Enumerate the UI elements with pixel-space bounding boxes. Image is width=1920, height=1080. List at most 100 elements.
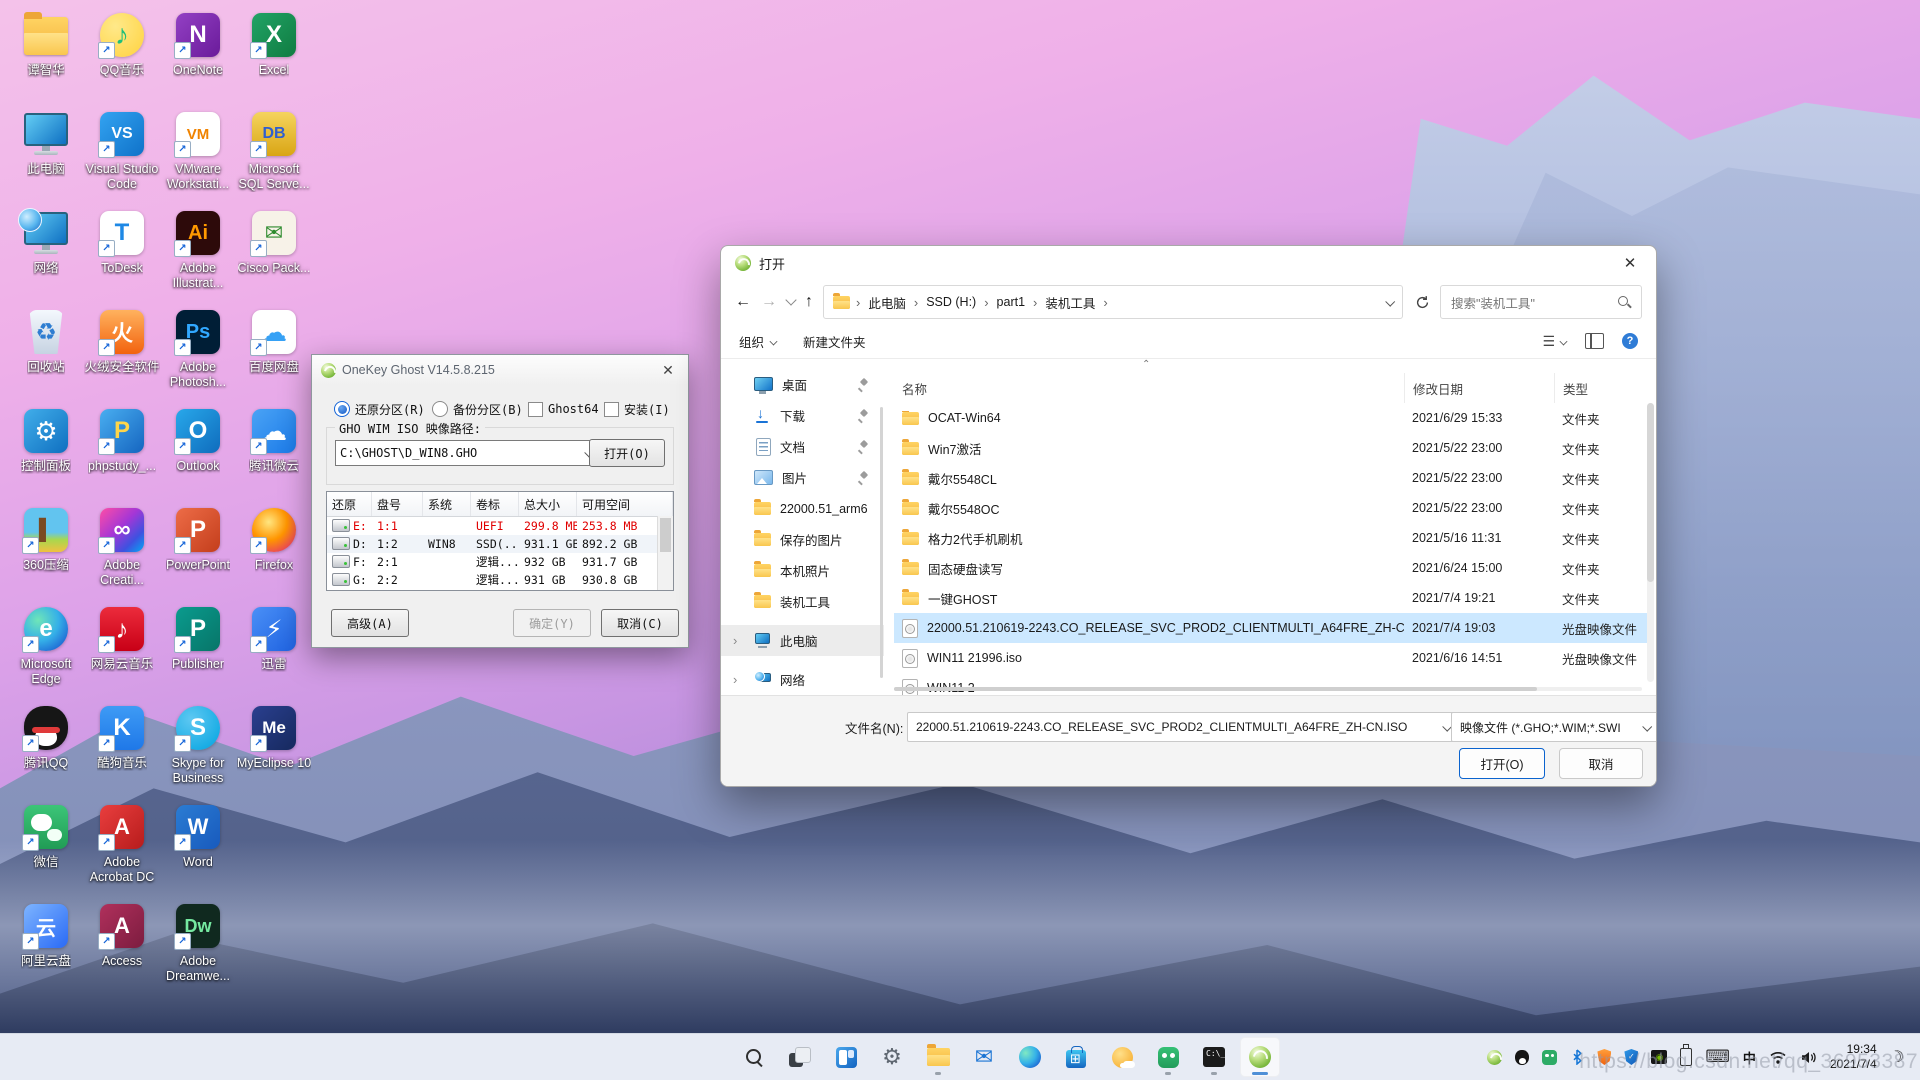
desktop-icon-Microsoft Edge[interactable]: e Microsoft Edge: [8, 600, 84, 699]
sidebar-item-装机工具[interactable]: 装机工具: [721, 586, 884, 617]
desktop-icon-迅雷[interactable]: ⚡ 迅雷: [236, 600, 312, 699]
desktop-icon-回收站[interactable]: ♻ 回收站: [8, 303, 84, 402]
taskbar-edge-button[interactable]: [1010, 1037, 1050, 1077]
install-checkbox[interactable]: 安装(I): [604, 401, 670, 417]
cancel-button[interactable]: 取消: [1559, 748, 1643, 779]
sidebar-item-文档[interactable]: 文档: [721, 431, 884, 462]
organize-menu[interactable]: 组织: [739, 332, 778, 351]
file-row-戴尔5548OC[interactable]: 戴尔5548OC 2021/5/22 23:00 文件夹: [894, 493, 1652, 523]
scrollbar-thumb[interactable]: [1647, 403, 1654, 582]
desktop-icon-Skype for Business[interactable]: S Skype for Business: [160, 699, 236, 798]
desktop-icon-Visual Studio Code[interactable]: VS Visual Studio Code: [84, 105, 160, 204]
disk-table-scrollbar[interactable]: [657, 516, 673, 590]
desktop-icon-Adobe Dreamwe...[interactable]: Dw Adobe Dreamwe...: [160, 897, 236, 996]
filename-combobox[interactable]: 22000.51.210619-2243.CO_RELEASE_SVC_PROD…: [907, 712, 1459, 742]
file-list-scrollbar[interactable]: [1647, 403, 1654, 682]
desktop-icon-腾讯QQ[interactable]: 腾讯QQ: [8, 699, 84, 798]
taskbar-task-view-button[interactable]: [780, 1037, 820, 1077]
search-input[interactable]: 搜索"装机工具": [1440, 285, 1642, 319]
tray-wechat-icon[interactable]: [1542, 1049, 1558, 1065]
desktop-icon-百度网盘[interactable]: ☁ 百度网盘: [236, 303, 312, 402]
desktop-icon-控制面板[interactable]: ⚙ 控制面板: [8, 402, 84, 501]
filetype-combobox[interactable]: 映像文件 (*.GHO;*.WIM;*.SWI: [1451, 712, 1656, 742]
chevron-down-icon[interactable]: [1642, 721, 1653, 732]
desktop-icon-谭智华[interactable]: 谭智华: [8, 6, 84, 105]
breadcrumb-segment-装机工具[interactable]: 装机工具: [1043, 293, 1097, 312]
taskbar-store-button[interactable]: [1056, 1037, 1096, 1077]
tray-defender-shield-icon[interactable]: [1624, 1049, 1639, 1065]
sidebar-item-22000.51_arm6[interactable]: 22000.51_arm6: [721, 493, 884, 524]
desktop-icon-阿里云盘[interactable]: 云阿里云盘: [8, 897, 84, 996]
cancel-button[interactable]: 取消(C): [601, 609, 679, 637]
desktop-icon-Firefox[interactable]: Firefox: [236, 501, 312, 600]
disk-table-header[interactable]: 还原 盘号 系统 卷标 总大小 可用空间: [327, 492, 673, 517]
backup-partition-radio[interactable]: 备份分区(B): [432, 401, 523, 417]
search-icon[interactable]: [1617, 295, 1631, 309]
desktop-icon-网络[interactable]: 网络: [8, 204, 84, 303]
column-header-name[interactable]: 名称: [894, 373, 1404, 403]
sidebar-item-本机照片[interactable]: 本机照片: [721, 555, 884, 586]
sidebar-item-桌面[interactable]: 桌面: [721, 369, 884, 400]
desktop-icon-此电脑[interactable]: 此电脑: [8, 105, 84, 204]
scrollbar-thumb[interactable]: [894, 687, 1538, 691]
sidebar-item-下载[interactable]: 下载: [721, 400, 884, 431]
desktop-icon-OneNote[interactable]: N OneNote: [160, 6, 236, 105]
up-icon[interactable]: ↑: [805, 294, 813, 310]
sidebar-item-保存的图片[interactable]: 保存的图片: [721, 524, 884, 555]
desktop-icon-Access[interactable]: A Access: [84, 897, 160, 996]
desktop-icon-QQ音乐[interactable]: ♪ QQ音乐: [84, 6, 160, 105]
horizontal-scrollbar[interactable]: [894, 687, 1642, 691]
desktop-icon-360压缩[interactable]: ▌ 360压缩: [8, 501, 84, 600]
advanced-button[interactable]: 高级(A): [331, 609, 409, 637]
disk-row-D:[interactable]: D:1:2WIN8SSD(...931.1 GB892.2 GB: [327, 535, 673, 553]
bluetooth-icon[interactable]: [1570, 1049, 1584, 1065]
image-path-combobox[interactable]: C:\GHOST\D_WIN8.GHO: [335, 440, 597, 466]
expand-chevron-icon[interactable]: ›: [733, 672, 737, 687]
disk-row-F:[interactable]: F: 2:1 逻辑... 932 GB 931.7 GB: [327, 553, 673, 571]
desktop-icon-Microsoft SQL Serve...[interactable]: DB Microsoft SQL Serve...: [236, 105, 312, 204]
breadcrumb-segment-part1[interactable]: part1: [995, 295, 1028, 309]
taskbar-onekey-ghost-button[interactable]: [1240, 1037, 1280, 1077]
desktop-icon-phpstudy_...[interactable]: Pphpstudy_...: [84, 402, 160, 501]
close-icon[interactable]: ✕: [1618, 254, 1642, 272]
wifi-icon[interactable]: [1769, 1050, 1787, 1065]
preview-pane-icon[interactable]: [1585, 333, 1604, 349]
taskbar-settings-button[interactable]: [872, 1037, 912, 1077]
disk-row-G:[interactable]: G: 2:2 逻辑... 931 GB 930.8 GB: [327, 571, 673, 589]
open-dialog-title-bar[interactable]: 打开 ✕: [721, 246, 1656, 280]
desktop-icon-Publisher[interactable]: P Publisher: [160, 600, 236, 699]
ghost64-checkbox[interactable]: Ghost64: [528, 401, 599, 417]
taskbar-weather-button[interactable]: [1102, 1037, 1142, 1077]
desktop-icon-Adobe Creati...[interactable]: ∞ Adobe Creati...: [84, 501, 160, 600]
desktop-icon-Adobe Illustrat...[interactable]: Ai Adobe Illustrat...: [160, 204, 236, 303]
help-icon[interactable]: ?: [1622, 333, 1638, 349]
tray-onekey-ghost-icon[interactable]: [1487, 1049, 1503, 1065]
taskbar-wechat-button[interactable]: [1148, 1037, 1188, 1077]
disk-row-E:[interactable]: E: 1:1 UEFI 299.8 MB 253.8 MB: [327, 517, 673, 535]
desktop-icon-网易云音乐[interactable]: ♪ 网易云音乐: [84, 600, 160, 699]
sidebar-item-网络[interactable]: › 网络: [721, 664, 884, 695]
tray-usb-icon[interactable]: [1680, 1044, 1693, 1066]
new-folder-button[interactable]: 新建文件夹: [803, 332, 866, 351]
refresh-icon[interactable]: [1415, 295, 1430, 310]
desktop-icon-Excel[interactable]: X Excel: [236, 6, 312, 105]
breadcrumb-segment-SSD (H:)[interactable]: SSD (H:): [924, 295, 978, 309]
taskbar-mail-button[interactable]: [964, 1037, 1004, 1077]
file-row-Win7激活[interactable]: Win7激活 2021/5/22 23:00 文件夹: [894, 433, 1652, 463]
desktop-icon-VMware Workstati...[interactable]: VM VMware Workstati...: [160, 105, 236, 204]
taskbar-file-explorer-button[interactable]: [918, 1037, 958, 1077]
open-button[interactable]: 打开(O): [1459, 748, 1545, 779]
file-row-格力2代手机刷机[interactable]: 格力2代手机刷机 2021/5/16 11:31 文件夹: [894, 523, 1652, 553]
focus-assist-moon-icon[interactable]: ☽: [1888, 1046, 1906, 1069]
sidebar-item-图片[interactable]: 图片: [721, 462, 884, 493]
desktop-icon-火绒安全软件[interactable]: 火火绒安全软件: [84, 303, 160, 402]
file-row-一键GHOST[interactable]: 一键GHOST 2021/7/4 19:21 文件夹: [894, 583, 1652, 613]
tray-huorong-shield-icon[interactable]: [1597, 1049, 1612, 1065]
tray-qq-icon[interactable]: [1515, 1049, 1530, 1065]
column-header-type[interactable]: 类型: [1554, 373, 1652, 403]
desktop-icon-酷狗音乐[interactable]: K 酷狗音乐: [84, 699, 160, 798]
browse-open-button[interactable]: 打开(O): [589, 439, 665, 467]
taskbar-start-button[interactable]: [688, 1037, 728, 1077]
breadcrumb[interactable]: › 此电脑 › SSD (H:) › part1 › 装机工具 ›: [823, 285, 1403, 319]
sidebar-item-此电脑[interactable]: › 此电脑: [721, 625, 884, 656]
